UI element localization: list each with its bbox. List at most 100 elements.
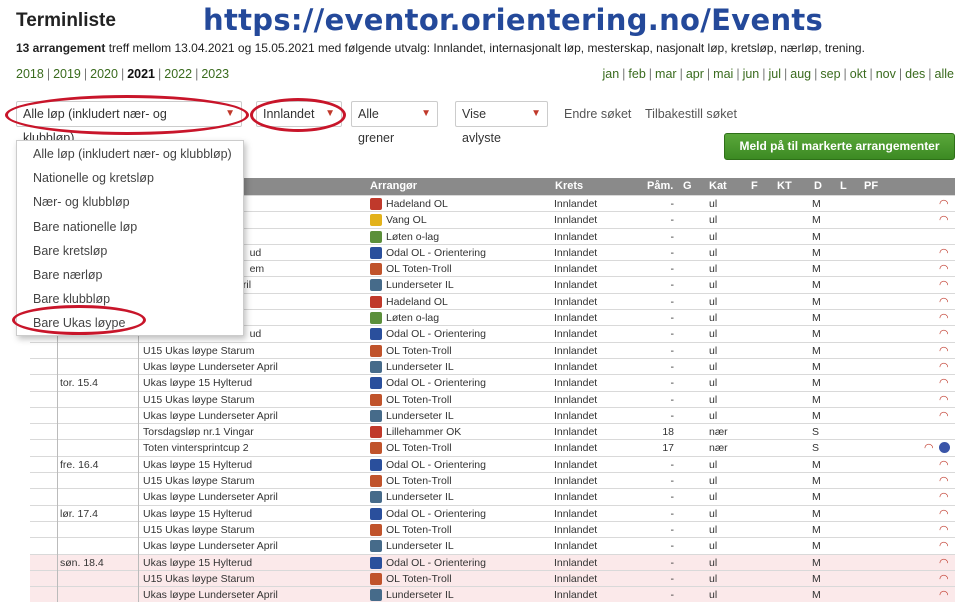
globe-icon[interactable]: [939, 442, 950, 454]
dropdown-option[interactable]: Bare nationelle løp: [33, 220, 137, 234]
month-link-apr[interactable]: apr: [686, 67, 704, 81]
entry-arrow-icon[interactable]: ◠: [939, 572, 949, 585]
table-row[interactable]: Ukas løype Lunderseter April Lunderseter …: [30, 586, 955, 603]
entry-arrow-icon[interactable]: ◠: [939, 344, 949, 357]
race-type-select[interactable]: Alle løp (inkludert nær- og klubbløp) ▼: [16, 101, 242, 145]
table-row[interactable]: U15 Ukas løype Starum OL Toten-Troll Innla…: [30, 341, 955, 358]
dropdown-option[interactable]: Bare nærløp: [33, 268, 102, 282]
entry-arrow-icon[interactable]: ◠: [939, 523, 949, 536]
entries-count: -: [670, 198, 675, 210]
month-link-jul[interactable]: jul: [769, 67, 782, 81]
event-name-link[interactable]: U15 Ukas løype Starum: [143, 475, 254, 487]
event-name-link[interactable]: Ukas løype 15 Hylterud: [143, 557, 252, 569]
month-link-nov[interactable]: nov: [876, 67, 896, 81]
dropdown-option[interactable]: Alle løp (inkludert nær- og klubbløp): [33, 147, 232, 161]
event-name-link[interactable]: Ukas løype 15 Hylterud: [143, 508, 252, 520]
entry-arrow-icon[interactable]: ◠: [939, 507, 949, 520]
month-link-jun[interactable]: jun: [743, 67, 760, 81]
event-name-link[interactable]: Ukas løype Lunderseter April: [143, 410, 278, 422]
entry-arrow-icon[interactable]: ◠: [939, 588, 949, 601]
event-name-link[interactable]: U15 Ukas løype Starum: [143, 573, 254, 585]
entry-arrow-icon[interactable]: ◠: [939, 327, 949, 340]
cancelled-select[interactable]: Vise avlyste ▼: [455, 101, 548, 145]
col-g: G: [683, 180, 692, 192]
table-row[interactable]: søn. 18.4 Ukas løype 15 Hylterud Odal OL -…: [30, 553, 955, 570]
change-search-link[interactable]: Endre søket: [564, 107, 631, 121]
month-link-mai[interactable]: mai: [713, 67, 733, 81]
dropdown-option[interactable]: Nær- og klubbløp: [33, 195, 130, 209]
year-link-2023[interactable]: 2023: [201, 67, 229, 81]
event-name-link[interactable]: Torsdagsløp nr.1 Vingar: [143, 426, 254, 438]
district-select[interactable]: Innlandet ▼: [256, 101, 342, 127]
month-link-okt[interactable]: okt: [850, 67, 867, 81]
table-row[interactable]: Ukas løype Lunderseter April Lunderseter …: [30, 406, 955, 423]
entry-arrow-icon[interactable]: ◠: [939, 490, 949, 503]
dropdown-option[interactable]: Bare klubbløp: [33, 292, 110, 306]
month-link-aug[interactable]: aug: [790, 67, 811, 81]
table-row[interactable]: Toten vintersprintcup 2 OL Toten-Troll Inn…: [30, 439, 955, 455]
event-name-link[interactable]: Ukas løype 15 Hylterud: [143, 459, 252, 471]
year-link-2019[interactable]: 2019: [53, 67, 81, 81]
entry-arrow-icon[interactable]: ◠: [939, 409, 949, 422]
month-link-sep[interactable]: sep: [820, 67, 840, 81]
col-f: F: [751, 180, 758, 192]
table-row[interactable]: lør. 17.4 Ukas løype 15 Hylterud Odal OL -…: [30, 504, 955, 521]
club-logo-icon: [370, 523, 382, 536]
year-link-2020[interactable]: 2020: [90, 67, 118, 81]
entry-arrow-icon[interactable]: ◠: [939, 360, 949, 373]
entry-arrow-icon[interactable]: ◠: [939, 197, 949, 210]
year-link-2022[interactable]: 2022: [164, 67, 192, 81]
event-name-link[interactable]: U15 Ukas løype Starum: [143, 524, 254, 536]
entry-arrow-icon[interactable]: ◠: [939, 278, 949, 291]
entry-arrow-icon[interactable]: ◠: [939, 393, 949, 406]
event-name-link[interactable]: U15 Ukas løype Starum: [143, 345, 254, 357]
table-row[interactable]: tor. 15.4 Ukas løype 15 Hylterud Odal OL -…: [30, 374, 955, 390]
event-name-link[interactable]: Ukas løype 15 Hylterud: [143, 377, 252, 389]
table-row[interactable]: Ukas løype Lunderseter April Lunderseter …: [30, 488, 955, 504]
month-link-mar[interactable]: mar: [655, 67, 677, 81]
entry-arrow-icon[interactable]: ◠: [939, 213, 949, 226]
col-krets: Krets: [555, 180, 584, 192]
event-name-link[interactable]: Ukas løype Lunderseter April: [143, 589, 278, 601]
month-link-des[interactable]: des: [905, 67, 925, 81]
meld-button[interactable]: Meld på til markerte arrangementer: [724, 133, 955, 160]
event-name-link[interactable]: em: [250, 263, 265, 275]
table-row[interactable]: U15 Ukas løype Starum OL Toten-Troll Innla…: [30, 390, 955, 407]
dropdown-option[interactable]: Bare kretsløp: [33, 244, 107, 258]
entry-arrow-icon[interactable]: ◠: [939, 376, 949, 389]
entry-arrow-icon[interactable]: ◠: [924, 441, 934, 454]
table-row[interactable]: U15 Ukas løype Starum OL Toten-Troll Innla…: [30, 472, 955, 488]
entry-arrow-icon[interactable]: ◠: [939, 539, 949, 552]
year-link-2018[interactable]: 2018: [16, 67, 44, 81]
reset-search-link[interactable]: Tilbakestill søket: [645, 107, 737, 121]
dropdown-option[interactable]: Nationelle og kretsløp: [33, 171, 154, 185]
month-link-feb[interactable]: feb: [628, 67, 645, 81]
table-row[interactable]: U15 Ukas løype Starum OL Toten-Troll Innla…: [30, 569, 955, 587]
distance: M: [812, 377, 821, 390]
event-name-link[interactable]: Toten vintersprintcup 2: [143, 442, 249, 454]
table-row[interactable]: fre. 16.4 Ukas løype 15 Hylterud Odal OL -…: [30, 455, 955, 472]
entry-arrow-icon[interactable]: ◠: [939, 556, 949, 569]
table-row[interactable]: Ukas løype Lunderseter April Lunderseter …: [30, 357, 955, 374]
discipline-select[interactable]: Alle grener ▼: [351, 101, 438, 145]
month-link-jan[interactable]: jan: [602, 67, 619, 81]
table-row[interactable]: Ukas løype Lunderseter April Lunderseter …: [30, 537, 955, 553]
year-link-2021[interactable]: 2021: [127, 67, 155, 81]
distance: M: [812, 312, 821, 325]
entry-arrow-icon[interactable]: ◠: [939, 246, 949, 259]
entry-arrow-icon[interactable]: ◠: [939, 458, 949, 471]
event-name-link[interactable]: Ukas løype Lunderseter April: [143, 540, 278, 552]
entry-arrow-icon[interactable]: ◠: [939, 311, 949, 324]
event-name-link[interactable]: U15 Ukas løype Starum: [143, 394, 254, 406]
entry-arrow-icon[interactable]: ◠: [939, 295, 949, 308]
entry-arrow-icon[interactable]: ◠: [939, 262, 949, 275]
entry-arrow-icon[interactable]: ◠: [939, 474, 949, 487]
table-row[interactable]: U15 Ukas løype Starum OL Toten-Troll Innla…: [30, 520, 955, 537]
event-name-link[interactable]: ud: [250, 247, 262, 259]
event-name-link[interactable]: Ukas løype Lunderseter April: [143, 491, 278, 503]
table-row[interactable]: Torsdagsløp nr.1 Vingar Lillehammer OK Inn…: [30, 423, 955, 439]
month-link-alle[interactable]: alle: [935, 67, 954, 81]
event-name-link[interactable]: Ukas løype Lunderseter April: [143, 361, 278, 373]
dropdown-option[interactable]: Bare Ukas løype: [33, 316, 125, 330]
event-name-link[interactable]: ud: [250, 328, 262, 340]
